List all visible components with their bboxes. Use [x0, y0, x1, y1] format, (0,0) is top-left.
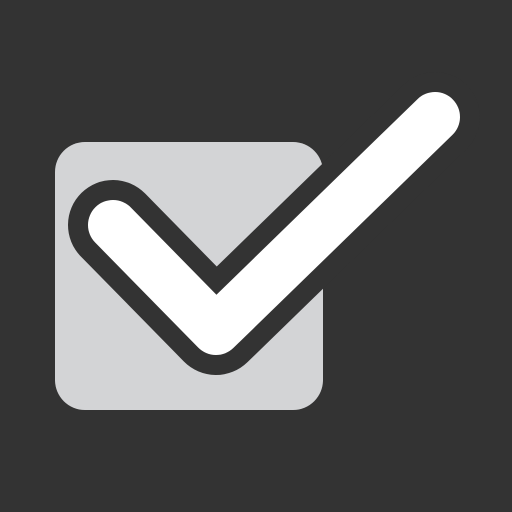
app-icon — [0, 0, 512, 512]
checkbox-checked-icon — [0, 0, 512, 512]
